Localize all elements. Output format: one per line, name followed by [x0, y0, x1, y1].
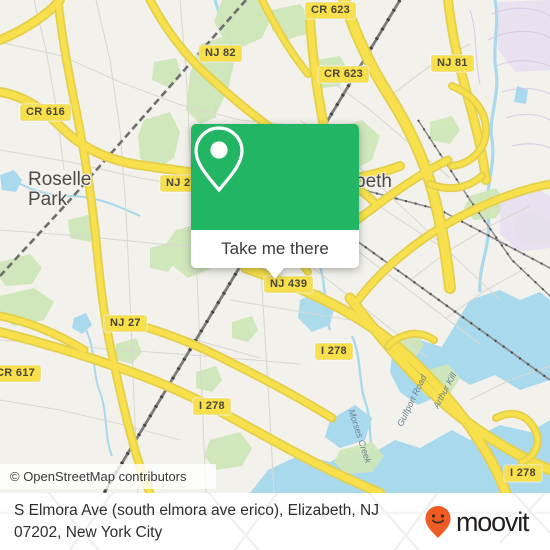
- moovit-pin-icon: [425, 506, 451, 538]
- popup-footer[interactable]: Take me there: [191, 230, 359, 279]
- road-shield-i278-left[interactable]: I 278: [193, 398, 231, 415]
- road-shield-i278-mid[interactable]: I 278: [315, 343, 353, 360]
- address-text: S Elmora Ave (south elmora ave erico), E…: [14, 500, 409, 544]
- osm-attribution[interactable]: © OpenStreetMap contributors: [0, 464, 216, 489]
- road-shield-cr623[interactable]: CR 623: [318, 66, 370, 83]
- location-popup-card[interactable]: Take me there: [191, 124, 359, 279]
- road-shield-nj27[interactable]: NJ 27: [104, 315, 147, 332]
- map-canvas[interactable]: Roselle Park beth Morses Creek Gulfport …: [0, 0, 550, 493]
- moovit-brand[interactable]: moovit: [424, 505, 530, 539]
- map-screenshot: Roselle Park beth Morses Creek Gulfport …: [0, 0, 550, 550]
- take-me-there-label: Take me there: [221, 239, 329, 258]
- popup-pointer: [266, 268, 284, 279]
- map-pin-icon: [194, 126, 244, 193]
- road-shield-cr616[interactable]: CR 616: [20, 104, 72, 121]
- road-shield-i278-right[interactable]: I 278: [504, 465, 542, 482]
- osm-attribution-text: © OpenStreetMap contributors: [10, 469, 187, 484]
- footer-bar: S Elmora Ave (south elmora ave erico), E…: [0, 493, 550, 550]
- address-line-1: S Elmora Ave (south elmora ave erico), E…: [14, 502, 379, 519]
- road-shield-nj82[interactable]: NJ 82: [199, 45, 242, 62]
- moovit-wordmark: moovit: [456, 506, 530, 537]
- road-shield-cr623-top[interactable]: CR 623: [305, 2, 357, 19]
- address-line-2: 07202, New York City: [14, 524, 163, 541]
- road-shield-cr617[interactable]: CR 617: [0, 365, 42, 382]
- road-shield-nj81[interactable]: NJ 81: [431, 55, 474, 72]
- popup-header: [191, 124, 359, 230]
